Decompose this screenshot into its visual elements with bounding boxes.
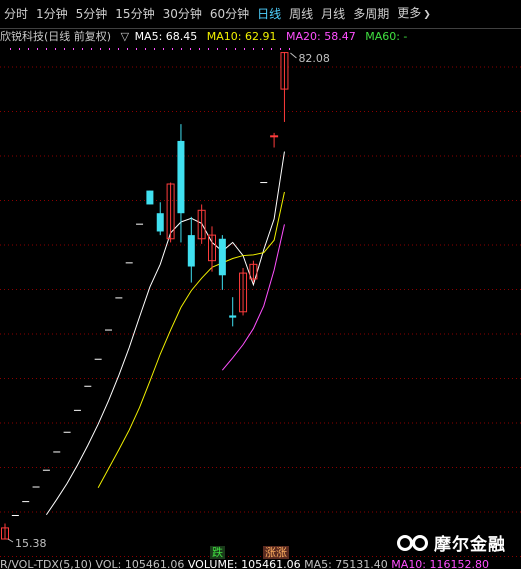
candle	[208, 226, 216, 272]
candle	[280, 52, 289, 122]
tab-9[interactable]: 多周期	[349, 0, 393, 28]
logo-infinity-icon	[397, 534, 428, 551]
candle-body	[218, 238, 226, 276]
ma20-line	[221, 224, 285, 371]
tab-label: 月线	[321, 7, 346, 21]
tab-4[interactable]: 30分钟	[159, 0, 206, 28]
candle	[187, 216, 195, 283]
low-price-label: 15.38	[15, 537, 47, 550]
brand-logo: 摩尔金融	[396, 530, 506, 555]
candle	[218, 235, 226, 290]
period-tab-bar: 分时 1分钟 5分钟 15分钟 30分钟 60分钟 日线 周线 月线 多周期 更多 ❯	[0, 0, 521, 29]
tab-10[interactable]: 更多 ❯	[393, 0, 435, 29]
candle	[1, 523, 9, 540]
candle-body	[146, 190, 154, 205]
candle-body	[187, 235, 195, 267]
tab-label: 日线	[257, 7, 282, 21]
tab-3[interactable]: 15分钟	[111, 0, 158, 28]
tab-label: 5分钟	[75, 7, 108, 21]
candle	[270, 132, 279, 148]
tab-label: 30分钟	[162, 7, 202, 21]
tab-5[interactable]: 60分钟	[206, 0, 253, 28]
collapse-triangle-icon[interactable]: ▽	[121, 30, 129, 43]
tab-7[interactable]: 周线	[285, 0, 317, 28]
candle	[146, 190, 154, 205]
ma60-readout: MA60: -	[365, 30, 408, 43]
logo-text: 摩尔金融	[434, 535, 506, 555]
tab-1[interactable]: 1分钟	[32, 0, 72, 28]
tab-0[interactable]: 分时	[0, 0, 32, 28]
vol-ma5-readout: MA5: 75131.40	[304, 560, 388, 569]
volume-indicator-bar: R/VOL-TDX(5,10) VOL: 105461.06 VOLUME: 1…	[0, 560, 521, 569]
tab-8[interactable]: 月线	[317, 0, 349, 28]
ma5-line	[45, 151, 285, 516]
ma20-readout: MA20: 58.47	[286, 30, 356, 43]
tab-label: 更多	[397, 6, 422, 20]
volume-readout: VOLUME: 105461.06	[187, 560, 301, 569]
price-labels: 82.08 15.38	[7, 52, 330, 550]
tab-label: 多周期	[353, 7, 390, 21]
grid-lines	[0, 48, 521, 557]
candle	[239, 267, 248, 316]
tab-label: 15分钟	[115, 7, 155, 21]
low-pointer	[7, 538, 14, 543]
high-pointer	[290, 52, 297, 59]
candle	[156, 202, 164, 236]
moving-average-lines	[45, 151, 285, 516]
tab-2[interactable]: 5分钟	[72, 0, 112, 28]
rise-tag: 涨涨	[263, 546, 289, 559]
candle	[229, 297, 237, 327]
candle-body	[270, 135, 279, 138]
tab-label: 分时	[4, 7, 29, 21]
stock-title: 欣锐科技(日线 前复权)	[0, 30, 112, 43]
candle-body	[229, 315, 237, 318]
tab-label: 1分钟	[36, 7, 68, 21]
vol-ma10-readout: MA10: 116152.80	[391, 560, 489, 569]
chevron-right-icon: ❯	[423, 10, 431, 20]
candle	[249, 260, 258, 283]
vol-indicator-left: R/VOL-TDX(5,10) VOL: 105461.06	[0, 560, 185, 569]
candle-body	[177, 140, 185, 214]
tab-label: 周线	[289, 7, 314, 21]
high-price-label: 82.08	[298, 52, 330, 65]
ma10-readout: MA10: 62.91	[206, 30, 277, 43]
tab-label: 60分钟	[209, 7, 250, 21]
candle-body	[156, 213, 164, 232]
ma5-readout: MA5: 68.45	[134, 30, 198, 43]
kline-chart[interactable]: 82.08 15.38	[0, 45, 521, 560]
tab-6[interactable]: 日线	[253, 0, 285, 28]
candle	[166, 182, 175, 243]
fall-tag: 跌	[210, 546, 225, 559]
candlestick-series	[1, 52, 289, 540]
candle	[197, 204, 206, 244]
indicator-info-bar: 欣锐科技(日线 前复权) ▽ MA5: 68.45 MA10: 62.91 MA…	[0, 29, 521, 45]
